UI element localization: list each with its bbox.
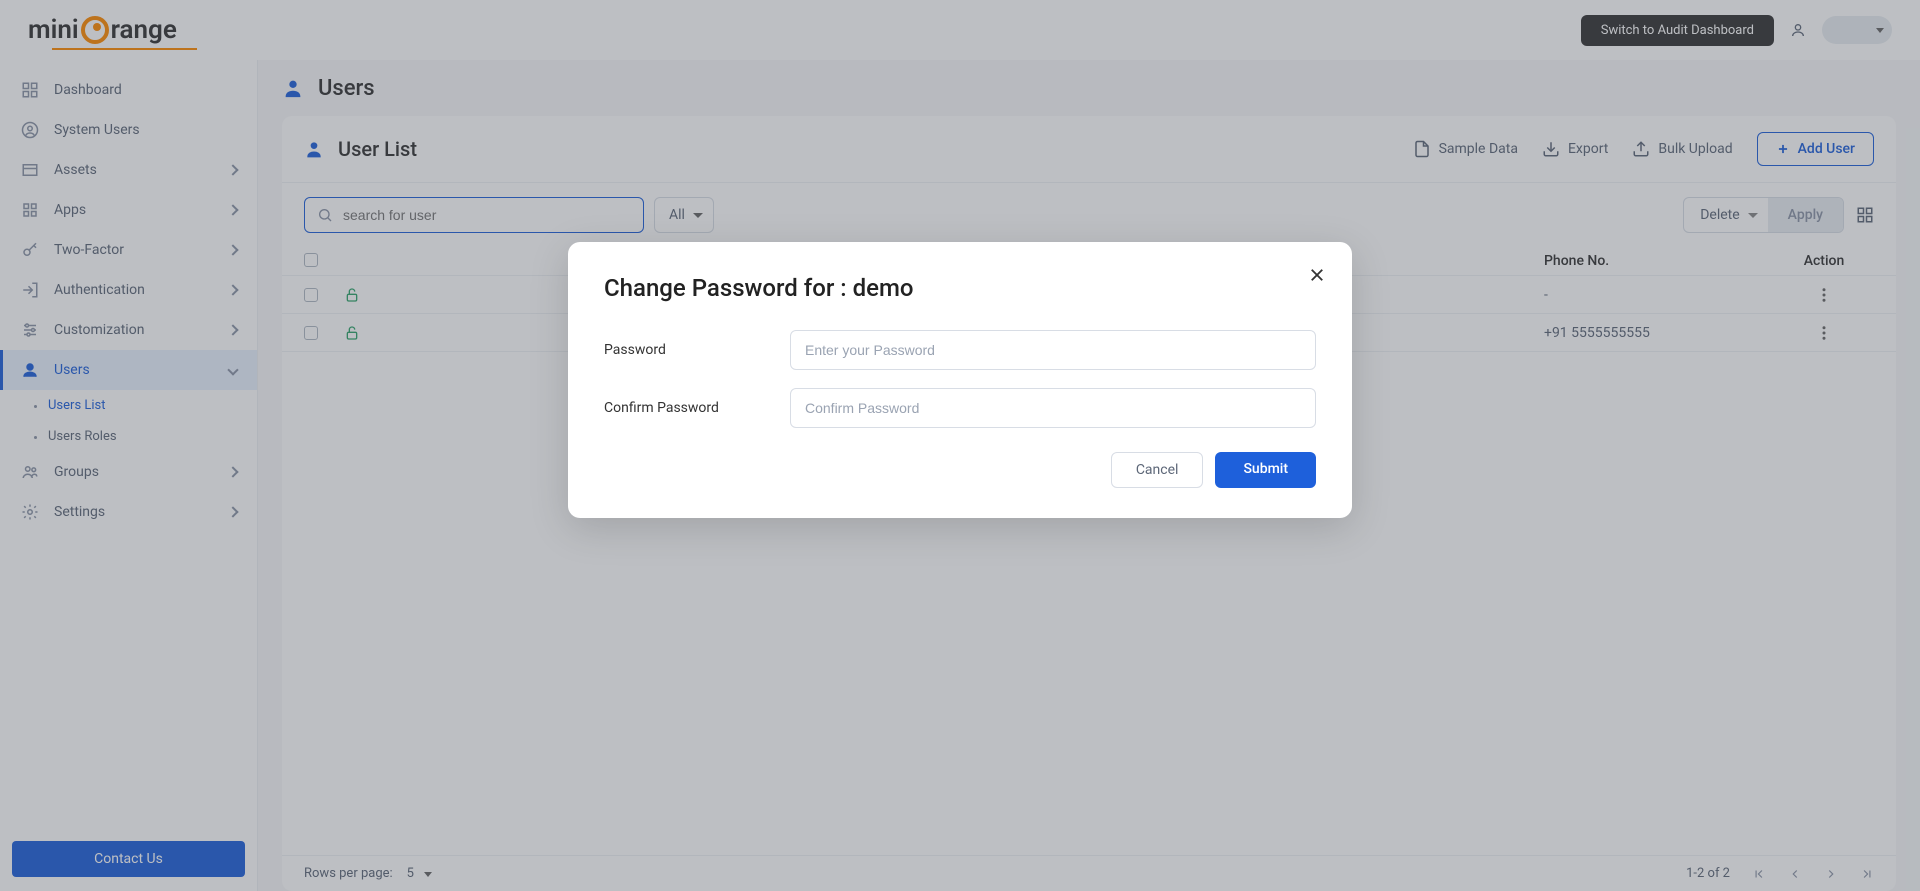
password-label: Password: [604, 342, 790, 358]
password-row: Password: [604, 330, 1316, 370]
close-icon[interactable]: [1308, 266, 1326, 284]
confirm-password-input[interactable]: [790, 388, 1316, 428]
modal-title: Change Password for : demo: [604, 274, 1316, 302]
confirm-password-row: Confirm Password: [604, 388, 1316, 428]
password-input[interactable]: [790, 330, 1316, 370]
confirm-password-label: Confirm Password: [604, 400, 790, 416]
cancel-button[interactable]: Cancel: [1111, 452, 1204, 488]
change-password-modal: Change Password for : demo Password Conf…: [568, 242, 1352, 518]
modal-overlay: Change Password for : demo Password Conf…: [0, 0, 1920, 891]
modal-actions: Cancel Submit: [604, 452, 1316, 488]
submit-button[interactable]: Submit: [1215, 452, 1316, 488]
